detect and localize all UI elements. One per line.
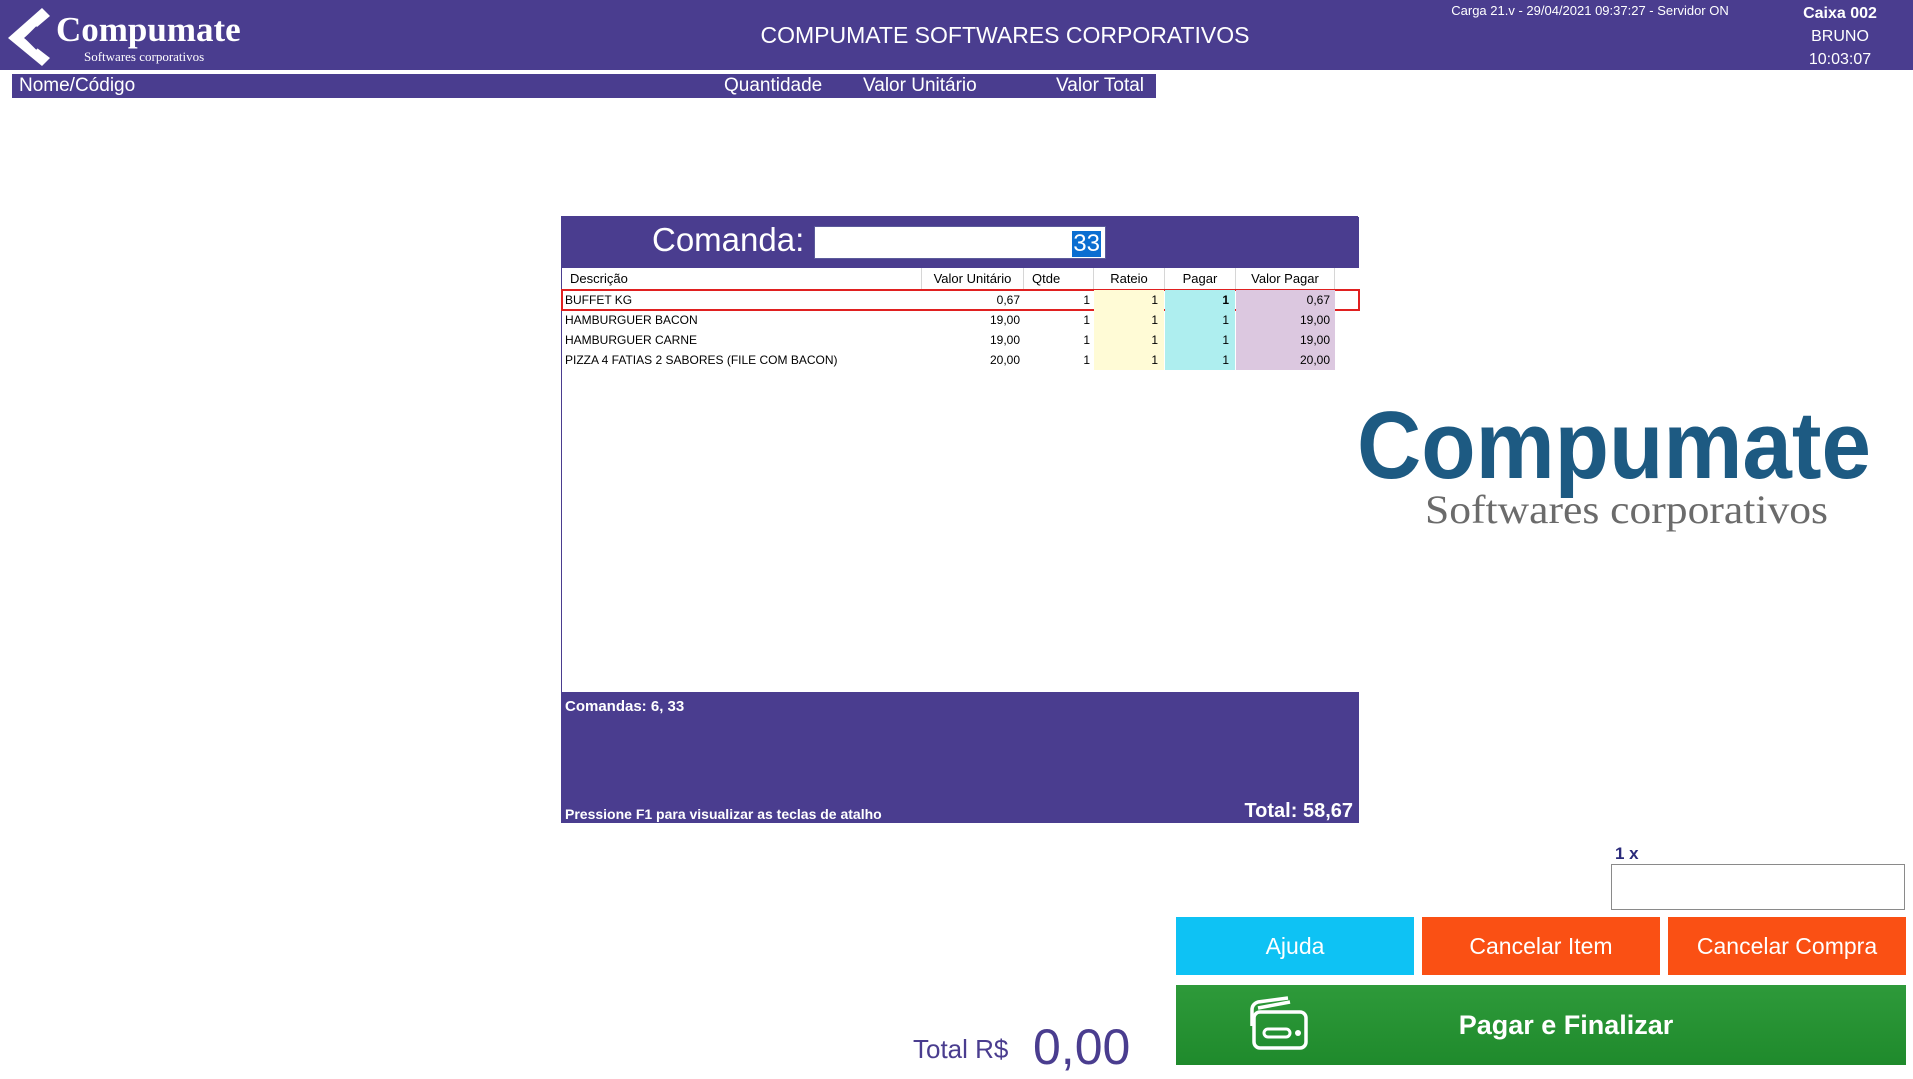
grid-col-valor-unitario[interactable]: Valor Unitário xyxy=(922,268,1024,290)
cell-valor-unitario: 19,00 xyxy=(989,313,1020,327)
cell-qtde: 1 xyxy=(1083,353,1090,367)
table-row[interactable]: HAMBURGUER BACON 19,00 1 1 1 19,00 xyxy=(562,310,1359,330)
cell-rateio[interactable]: 1 xyxy=(1094,350,1164,370)
pay-and-finish-button[interactable]: Pagar e Finalizar xyxy=(1176,985,1906,1065)
comanda-dialog: Comanda: 33 Descrição Valor Unitário Qtd… xyxy=(561,216,1360,823)
cell-valor-pagar: 19,00 xyxy=(1236,310,1335,330)
grid-col-descricao[interactable]: Descrição xyxy=(562,268,922,290)
comanda-items-grid[interactable]: Descrição Valor Unitário Qtde Rateio Pag… xyxy=(561,268,1360,708)
cell-valor-unitario: 20,00 xyxy=(989,353,1020,367)
table-row[interactable]: PIZZA 4 FATIAS 2 SABORES (FILE COM BACON… xyxy=(562,350,1359,370)
items-table-header: Nome/Código Quantidade Valor Unitário Va… xyxy=(12,74,1156,98)
grid-col-valor-pagar[interactable]: Valor Pagar xyxy=(1236,268,1335,290)
col-unit-value: Valor Unitário xyxy=(863,75,977,96)
big-logo-tagline-text: Softwares corporativos xyxy=(1425,487,1828,532)
app-title: COMPUMATE SOFTWARES CORPORATIVOS xyxy=(760,22,1250,48)
col-name-code: Nome/Código xyxy=(19,75,136,96)
operator-name: BRUNO xyxy=(1811,28,1869,45)
cell-valor-pagar: 20,00 xyxy=(1236,350,1335,370)
table-row[interactable]: BUFFET KG 0,67 1 1 1 0,67 xyxy=(561,289,1360,311)
cell-descricao: HAMBURGUER BACON xyxy=(565,313,698,327)
top-header: Compumate Softwares corporativos COMPUMA… xyxy=(0,0,1913,70)
comanda-dialog-header: Comanda: 33 xyxy=(562,217,1359,268)
cell-pagar[interactable]: 1 xyxy=(1165,310,1235,330)
cell-valor-pagar: 0,67 xyxy=(1236,290,1335,310)
product-code-input[interactable] xyxy=(1611,864,1905,910)
header-divider xyxy=(0,70,1913,72)
clock-time: 10:03:07 xyxy=(1808,51,1872,68)
grid-col-rateio[interactable]: Rateio xyxy=(1094,268,1165,290)
cell-qtde: 1 xyxy=(1083,313,1090,327)
comanda-total: Total: 58,67 xyxy=(1244,800,1353,822)
cell-qtde: 1 xyxy=(1083,333,1090,347)
comandas-list: Comandas: 6, 33 xyxy=(565,698,685,715)
cashier-info: Caixa 002 BRUNO 10:03:07 xyxy=(1780,2,1900,71)
total-value: 0,00 xyxy=(1033,1019,1131,1075)
table-row[interactable]: HAMBURGUER CARNE 19,00 1 1 1 19,00 xyxy=(562,330,1359,350)
comanda-label: Comanda: xyxy=(652,221,805,258)
grid-col-qtde[interactable]: Qtde xyxy=(1024,268,1094,290)
cell-pagar[interactable]: 1 xyxy=(1165,350,1235,370)
cell-rateio[interactable]: 1 xyxy=(1094,290,1164,310)
multiplier-label: 1 x xyxy=(1615,844,1639,863)
cell-descricao: PIZZA 4 FATIAS 2 SABORES (FILE COM BACON… xyxy=(565,353,838,367)
cell-qtde: 1 xyxy=(1083,293,1090,307)
cell-pagar[interactable]: 1 xyxy=(1165,290,1235,310)
col-total-value: Valor Total xyxy=(1056,75,1145,96)
help-button[interactable]: Ajuda xyxy=(1176,917,1414,975)
comanda-input[interactable]: 33 xyxy=(814,226,1106,259)
cell-rateio[interactable]: 1 xyxy=(1094,310,1164,330)
cell-descricao: HAMBURGUER CARNE xyxy=(565,333,698,347)
pay-button-label: Pagar e Finalizar xyxy=(1458,1010,1674,1040)
total-label: Total R$ xyxy=(913,1034,1009,1064)
cell-pagar[interactable]: 1 xyxy=(1165,330,1235,350)
cell-valor-unitario: 0,67 xyxy=(996,293,1020,307)
cell-valor-pagar: 19,00 xyxy=(1236,330,1335,350)
big-logo-brand-text: Compumate xyxy=(1357,400,1871,499)
cancel-item-button[interactable]: Cancelar Item xyxy=(1422,917,1660,975)
comanda-dialog-footer: Comandas: 6, 33 Pressione F1 para visual… xyxy=(562,692,1359,823)
grid-col-pagar[interactable]: Pagar xyxy=(1165,268,1236,290)
caixa-number: Caixa 002 xyxy=(1803,5,1877,22)
cell-rateio[interactable]: 1 xyxy=(1094,330,1164,350)
col-quantity: Quantidade xyxy=(724,75,823,96)
cell-descricao: BUFFET KG xyxy=(565,293,633,307)
cancel-purchase-button[interactable]: Cancelar Compra xyxy=(1668,917,1906,975)
compumate-big-logo: Compumate Softwares corporativos xyxy=(1357,400,1871,532)
server-status: Carga 21.v - 29/04/2021 09:37:27 - Servi… xyxy=(1451,3,1729,18)
comanda-input-value: 33 xyxy=(1072,230,1101,257)
credit-card-icon xyxy=(1250,996,1308,1050)
logo-tagline-text: Softwares corporativos xyxy=(84,49,204,64)
shortcut-hint: Pressione F1 para visualizar as teclas d… xyxy=(565,806,882,822)
cell-valor-unitario: 19,00 xyxy=(989,333,1020,347)
